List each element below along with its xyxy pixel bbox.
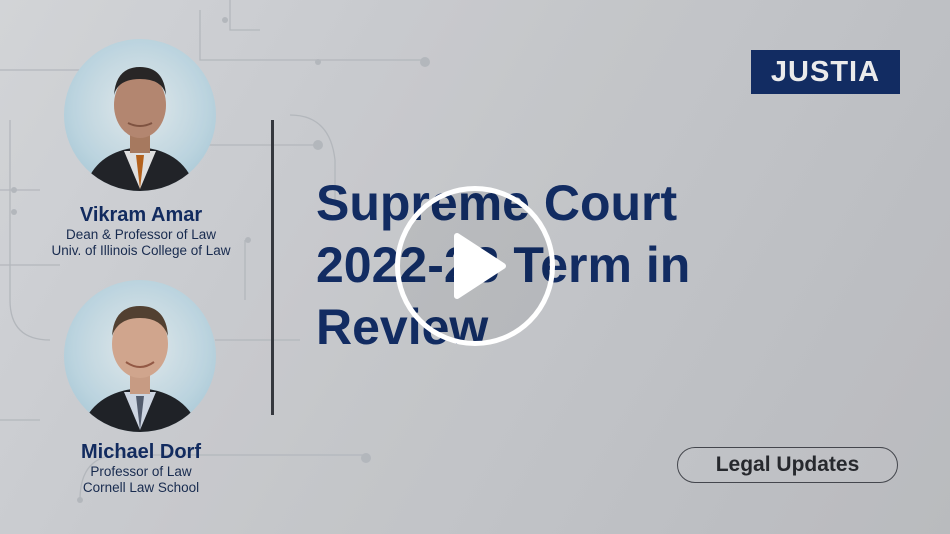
video-thumbnail[interactable]: Vikram Amar Dean & Professor of Law Univ… xyxy=(0,0,950,534)
vertical-divider xyxy=(271,120,274,415)
speaker-affiliation: Cornell Law School xyxy=(82,480,200,495)
speaker-card-michael-dorf: Michael Dorf Professor of Law Cornell La… xyxy=(30,440,252,496)
speaker-photo-vikram-amar xyxy=(64,39,216,191)
play-icon xyxy=(454,233,506,299)
speaker-card-vikram-amar: Vikram Amar Dean & Professor of Law Univ… xyxy=(30,203,252,259)
speaker-photo-michael-dorf xyxy=(64,280,216,432)
speaker-name: Vikram Amar xyxy=(79,204,203,226)
justia-logo: JUSTIA xyxy=(751,50,900,94)
play-button[interactable] xyxy=(395,186,555,346)
legal-updates-badge: Legal Updates xyxy=(677,447,898,483)
speaker-name: Michael Dorf xyxy=(80,441,202,463)
speaker-role: Dean & Professor of Law xyxy=(65,227,217,242)
speaker-role: Professor of Law xyxy=(90,464,192,479)
speaker-affiliation: Univ. of Illinois College of Law xyxy=(51,243,231,258)
